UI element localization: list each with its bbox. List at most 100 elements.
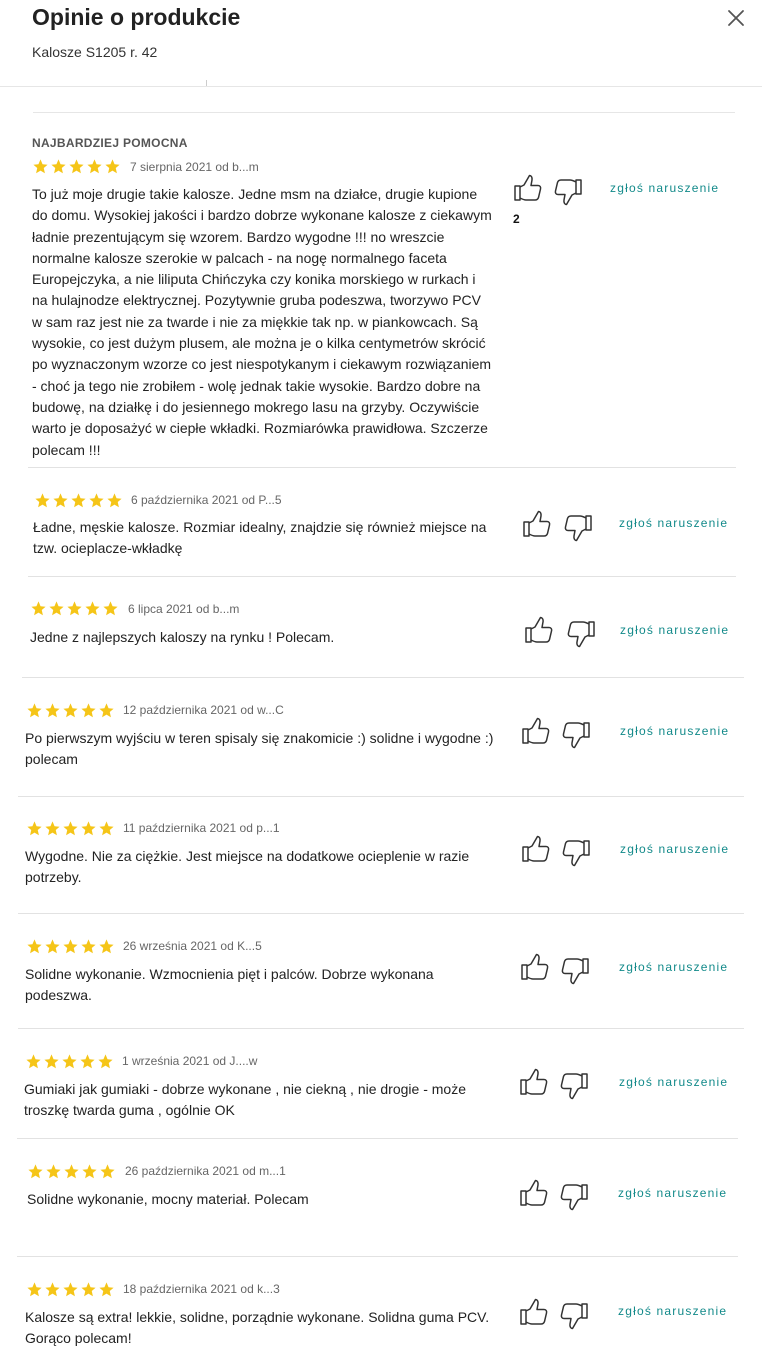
star-icon: [27, 821, 42, 836]
star-icon: [103, 601, 118, 616]
likes-count: 2: [513, 212, 520, 226]
star-icon: [100, 1164, 115, 1179]
review-item: 12 października 2021 od w...C Po pierwsz…: [18, 679, 744, 797]
thumbs-up-icon[interactable]: [518, 1066, 550, 1098]
star-icon: [45, 821, 60, 836]
thumbs-up-icon[interactable]: [519, 951, 551, 983]
thumbs-up-icon[interactable]: [518, 1177, 550, 1209]
thumbs-down-icon[interactable]: [562, 512, 594, 544]
star-icon: [44, 1054, 59, 1069]
review-meta: 1 września 2021 od J....w: [122, 1054, 258, 1068]
modal-header: Opinie o produkcie Kalosze S1205 r. 42: [0, 0, 762, 87]
review-text: Kalosze są extra! lekkie, solidne, porzą…: [25, 1309, 490, 1347]
report-link[interactable]: zgłoś naruszenie: [610, 181, 719, 195]
star-rating: [25, 1053, 114, 1070]
star-icon: [27, 703, 42, 718]
star-icon: [53, 493, 68, 508]
thumbs-down-icon[interactable]: [560, 837, 592, 869]
star-rating: [26, 820, 115, 837]
star-icon: [51, 159, 66, 174]
thumbs-down-icon[interactable]: [565, 618, 597, 650]
report-link[interactable]: zgłoś naruszenie: [619, 960, 728, 974]
review-item: NAJBARDZIEJ POMOCNA 7 sierpnia 2021 od b…: [28, 120, 736, 468]
thumbs-up-icon[interactable]: [520, 715, 552, 747]
star-icon: [81, 1282, 96, 1297]
star-rating: [26, 1281, 115, 1298]
review-item: 11 października 2021 od p...1 Wygodne. N…: [18, 797, 744, 914]
review-text: Gumiaki jak gumiaki - dobrze wykonane , …: [24, 1081, 466, 1119]
thumbs-down-icon[interactable]: [558, 1070, 590, 1102]
thumbs-down-icon[interactable]: [558, 1300, 590, 1332]
review-text: Ładne, męskie kalosze. Rozmiar idealny, …: [33, 519, 487, 557]
star-icon: [26, 1054, 41, 1069]
most-helpful-label: NAJBARDZIEJ POMOCNA: [32, 136, 188, 150]
star-icon: [45, 703, 60, 718]
thumbs-up-icon[interactable]: [520, 833, 552, 865]
star-icon: [99, 1282, 114, 1297]
star-rating: [26, 938, 115, 955]
review-text: Po pierwszym wyjściu w teren spisaly się…: [25, 730, 494, 768]
review-item: 6 lipca 2021 od b...m Jedne z najlepszyc…: [22, 578, 744, 678]
report-link[interactable]: zgłoś naruszenie: [620, 724, 729, 738]
report-link[interactable]: zgłoś naruszenie: [619, 1075, 728, 1089]
page-title: Opinie o produkcie: [32, 4, 241, 30]
review-item: 1 września 2021 od J....w Gumiaki jak gu…: [17, 1030, 738, 1139]
star-icon: [63, 939, 78, 954]
star-icon: [82, 1164, 97, 1179]
star-icon: [63, 1282, 78, 1297]
star-icon: [81, 939, 96, 954]
divider: [33, 112, 735, 113]
star-icon: [80, 1054, 95, 1069]
star-icon: [33, 159, 48, 174]
thumbs-down-icon[interactable]: [558, 1181, 590, 1213]
star-rating: [26, 702, 115, 719]
star-icon: [49, 601, 64, 616]
thumbs-up-icon[interactable]: [523, 614, 555, 646]
star-icon: [46, 1164, 61, 1179]
star-icon: [27, 939, 42, 954]
thumbs-up-icon[interactable]: [521, 508, 553, 540]
star-icon: [63, 703, 78, 718]
star-icon: [99, 703, 114, 718]
star-rating: [32, 158, 121, 175]
report-link[interactable]: zgłoś naruszenie: [620, 842, 729, 856]
review-item: 6 października 2021 od P...5 Ładne, męsk…: [28, 468, 736, 577]
star-icon: [35, 493, 50, 508]
thumbs-down-icon[interactable]: [559, 955, 591, 987]
report-link[interactable]: zgłoś naruszenie: [618, 1304, 727, 1318]
star-icon: [105, 159, 120, 174]
review-meta: 26 września 2021 od K...5: [123, 939, 262, 953]
star-icon: [107, 493, 122, 508]
star-icon: [81, 821, 96, 836]
thumbs-up-icon[interactable]: [512, 172, 544, 204]
star-icon: [71, 493, 86, 508]
thumbs-down-icon[interactable]: [560, 719, 592, 751]
review-meta: 6 lipca 2021 od b...m: [128, 602, 240, 616]
review-item: 18 października 2021 od k...3 Kalosze są…: [17, 1258, 744, 1372]
thumbs-down-icon[interactable]: [552, 176, 584, 208]
review-text: Solidne wykonanie, mocny materiał. Polec…: [27, 1191, 309, 1207]
close-icon[interactable]: [726, 8, 746, 28]
review-meta: 7 sierpnia 2021 od b...m: [130, 160, 259, 174]
review-meta: 18 października 2021 od k...3: [123, 1282, 280, 1296]
report-link[interactable]: zgłoś naruszenie: [620, 623, 729, 637]
star-icon: [98, 1054, 113, 1069]
report-link[interactable]: zgłoś naruszenie: [618, 1186, 727, 1200]
star-rating: [30, 600, 119, 617]
star-icon: [63, 821, 78, 836]
star-rating: [27, 1163, 116, 1180]
star-icon: [28, 1164, 43, 1179]
star-icon: [45, 939, 60, 954]
review-text: Solidne wykonanie. Wzmocnienia pięt i pa…: [25, 966, 434, 1004]
thumbs-up-icon[interactable]: [518, 1296, 550, 1328]
review-text: Jedne z najlepszych kaloszy na rynku ! P…: [30, 629, 335, 645]
review-meta: 6 października 2021 od P...5: [131, 493, 282, 507]
star-icon: [64, 1164, 79, 1179]
star-icon: [89, 493, 104, 508]
review-meta: 11 października 2021 od p...1: [123, 821, 280, 835]
review-item: 26 września 2021 od K...5 Solidne wykona…: [18, 915, 744, 1029]
report-link[interactable]: zgłoś naruszenie: [619, 516, 728, 530]
product-name: Kalosze S1205 r. 42: [32, 44, 158, 60]
review-meta: 12 października 2021 od w...C: [123, 703, 284, 717]
star-rating: [34, 492, 123, 509]
